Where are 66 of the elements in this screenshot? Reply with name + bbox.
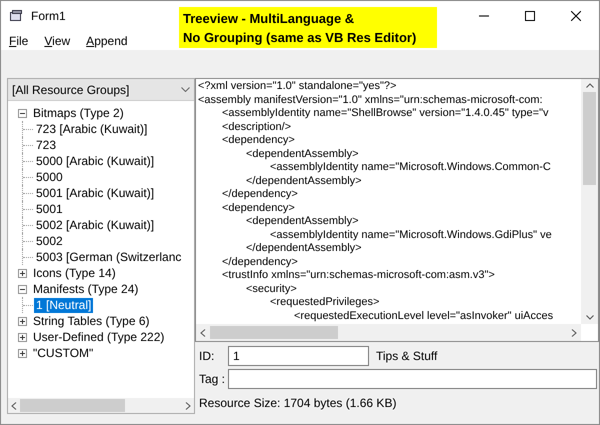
code-line: </dependency>	[221, 188, 298, 202]
menu-item[interactable]: Append	[86, 32, 128, 50]
tree-item[interactable]: 5001 [Arabic (Kuwait)]	[34, 186, 156, 200]
code-line: <?xml version="1.0" standalone="yes"?>	[198, 80, 396, 94]
scroll-left-icon[interactable]	[11, 402, 17, 410]
scroll-down-icon[interactable]	[586, 315, 594, 320]
code-line: </dependency>	[221, 256, 298, 269]
id-field[interactable]: 1	[228, 346, 369, 366]
resource-size-text: Resource Size: 1704 bytes (1.66 KB)	[199, 396, 396, 410]
code-line: <assemblyIdentity name="Microsoft.Windows.GdiPlus" ve	[269, 228, 552, 242]
window-icon	[9, 10, 23, 22]
expand-icon[interactable]	[18, 316, 27, 326]
scroll-left-icon[interactable]	[200, 328, 206, 336]
menu-item[interactable]: View	[44, 32, 70, 50]
window-title: Form1	[31, 8, 66, 25]
tree-item[interactable]: 5002 [Arabic (Kuwait)]	[34, 218, 156, 232]
scroll-right-icon[interactable]	[185, 402, 191, 410]
dropdown-caret-icon	[181, 87, 190, 92]
tag-field[interactable]	[228, 369, 597, 389]
collapse-icon[interactable]	[18, 108, 27, 118]
horizontal-scrollbar[interactable]	[8, 398, 194, 413]
tree-item[interactable]: 5001	[34, 202, 65, 216]
expand-icon[interactable]	[18, 332, 27, 342]
tree-item[interactable]: Manifests (Type 24)	[31, 282, 140, 296]
code-line: <assembly manifestVersion="1.0" xmlns="urn:schemas-microsoft-com:	[198, 94, 543, 107]
tree-item[interactable]: String Tables (Type 6)	[31, 314, 152, 328]
expand-icon[interactable]	[18, 268, 27, 278]
tree-item[interactable]: 723	[34, 138, 58, 152]
scroll-up-icon[interactable]	[586, 83, 594, 88]
maximize-icon	[525, 11, 535, 21]
tree-item[interactable]: 5003 [German (Switzerlanc	[34, 250, 184, 264]
close-icon	[571, 11, 581, 21]
expand-icon[interactable]	[18, 348, 27, 358]
tree-item[interactable]: "CUSTOM"	[31, 346, 96, 360]
horizontal-scrollbar[interactable]	[196, 324, 581, 341]
code-line: <dependency>	[221, 134, 295, 148]
code-line: <requestedPrivileges>	[269, 296, 380, 310]
code-line: <dependentAssembly>	[245, 215, 359, 228]
group-combo[interactable]: [All Resource Groups]	[8, 79, 194, 101]
code-line: <assemblyIdentity name="Microsoft.Windows.Common-C	[269, 161, 551, 174]
tree-item[interactable]: 5002	[34, 234, 65, 248]
id-label: ID:	[199, 348, 216, 365]
code-line: <description/>	[221, 120, 292, 134]
tree-item[interactable]: Bitmaps (Type 2)	[31, 106, 126, 120]
scroll-right-icon[interactable]	[571, 328, 577, 336]
code-line: </dependentAssembly>	[245, 242, 362, 256]
code-line: <dependency>	[221, 202, 295, 215]
vertical-scrollbar[interactable]	[581, 79, 598, 324]
tips-label: Tips & Stuff	[376, 348, 438, 365]
tree-item[interactable]: 5000	[34, 170, 65, 184]
menu-item[interactable]: File	[9, 32, 28, 50]
tree-item[interactable]: 723 [Arabic (Kuwait)]	[34, 122, 150, 136]
code-line: <security>	[245, 282, 297, 296]
code-line: <trustInfo xmlns="urn:schemas-microsoft-com:asm.v3">	[221, 269, 495, 282]
tree-item[interactable]: User-Defined (Type 222)	[31, 330, 166, 344]
banner-label: Treeview - MultiLanguage & No Grouping (same as VB Res Editor)	[179, 7, 437, 48]
tree-item[interactable]: 5000 [Arabic (Kuwait)]	[34, 154, 156, 168]
code-line: </dependentAssembly>	[245, 174, 362, 188]
tag-label: Tag :	[199, 371, 226, 388]
code-line: <dependentAssembly>	[245, 148, 359, 161]
code-line: <assemblyIdentity name="ShellBrowse" version="1.4.0.45" type="v	[221, 107, 548, 120]
tree-item[interactable]: 1 [Neutral]	[34, 298, 94, 312]
content-textbox[interactable]	[195, 78, 599, 342]
collapse-icon[interactable]	[18, 284, 27, 294]
tree-item[interactable]: Icons (Type 14)	[31, 266, 118, 280]
code-line: <requestedExecutionLevel level="asInvoker" uiAcces	[293, 310, 554, 323]
